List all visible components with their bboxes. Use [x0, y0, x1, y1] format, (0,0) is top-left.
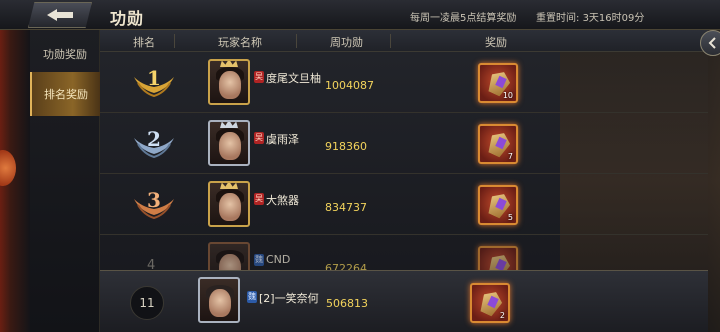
column-divider	[296, 34, 297, 48]
column-divider	[390, 34, 391, 48]
sidebar-item-rank-reward[interactable]: 排名奖励	[30, 72, 100, 116]
player-name[interactable]: 虞雨泽	[266, 131, 299, 147]
column-rank: 排名	[133, 36, 155, 49]
rank-label: 2	[147, 127, 161, 151]
weekly-merit-value: 834737	[325, 201, 367, 214]
settlement-notice: 每周一凌晨5点结算奖励	[410, 13, 517, 24]
player-name[interactable]: CND	[266, 253, 290, 266]
my-player-name: [2]一笑奈何	[259, 292, 319, 305]
column-player-name: 玩家名称	[218, 36, 262, 49]
my-weekly-merit-value: 506813	[326, 297, 368, 310]
table-header: 排名 玩家名称 周功勋 奖励	[100, 30, 708, 52]
weekly-merit-value: 1004087	[325, 79, 374, 92]
page-title: 功勋	[110, 9, 145, 28]
back-button[interactable]	[28, 2, 92, 28]
my-faction-badge: 魏	[247, 291, 257, 303]
faction-badge: 吴	[254, 132, 264, 144]
faction-badge: 吴	[254, 193, 264, 205]
my-avatar[interactable]	[198, 277, 240, 323]
avatar[interactable]	[208, 120, 250, 166]
faction-badge: 魏	[254, 254, 264, 266]
rank-label: 3	[147, 188, 161, 212]
avatar[interactable]	[208, 181, 250, 227]
back-arrow-icon	[47, 9, 73, 21]
reset-time: 3天16时09分	[582, 13, 645, 24]
table-row: 4 魏 CND 672264	[100, 236, 708, 272]
sidebar: 功勋奖励 排名奖励	[30, 30, 100, 332]
faction-badge: 吴	[254, 71, 264, 83]
table-row: 1 吴 度尾文旦柚 1004087 10	[100, 53, 708, 113]
chevron-left-icon	[708, 37, 716, 49]
sidebar-item-merit-reward[interactable]: 功勋奖励	[30, 34, 100, 74]
reward-count: 7	[507, 152, 513, 161]
weekly-merit-value: 918360	[325, 140, 367, 153]
reward-item[interactable]: 5	[478, 185, 518, 225]
top-bar: 功勋 每周一凌晨5点结算奖励 重置时间: 3天16时09分	[0, 0, 720, 30]
gold-medal-icon: 1	[134, 66, 174, 98]
reset-timer: 重置时间: 3天16时09分	[536, 9, 644, 24]
bronze-medal-icon: 3	[134, 188, 174, 220]
reward-count: 5	[507, 213, 513, 222]
left-edge-background	[0, 0, 30, 332]
table-row: 2 吴 虞雨泽 918360 7	[100, 114, 708, 174]
player-name[interactable]: 度尾文旦柚	[266, 70, 321, 86]
column-reward: 奖励	[485, 36, 507, 49]
player-name[interactable]: 大煞器	[266, 192, 299, 208]
my-rank-badge: 11	[130, 286, 164, 320]
reward-item[interactable]: 10	[478, 63, 518, 103]
table-row: 3 吴 大煞器 834737 5	[100, 175, 708, 235]
column-divider	[174, 34, 175, 48]
my-reward-count: 2	[499, 311, 505, 320]
avatar[interactable]	[208, 242, 250, 271]
my-rank-bar: 11 魏 [2]一笑奈何 506813 2	[100, 270, 708, 332]
floating-orb-icon[interactable]	[0, 150, 16, 186]
avatar[interactable]	[208, 59, 250, 105]
reset-label: 重置时间:	[536, 13, 583, 24]
reward-item[interactable]	[478, 246, 518, 271]
rank-label: 1	[147, 66, 161, 90]
silver-medal-icon: 2	[134, 127, 174, 159]
column-weekly-merit: 周功勋	[330, 36, 363, 49]
reward-item[interactable]: 7	[478, 124, 518, 164]
my-reward-item[interactable]: 2	[470, 283, 510, 323]
reward-count: 10	[502, 91, 513, 100]
